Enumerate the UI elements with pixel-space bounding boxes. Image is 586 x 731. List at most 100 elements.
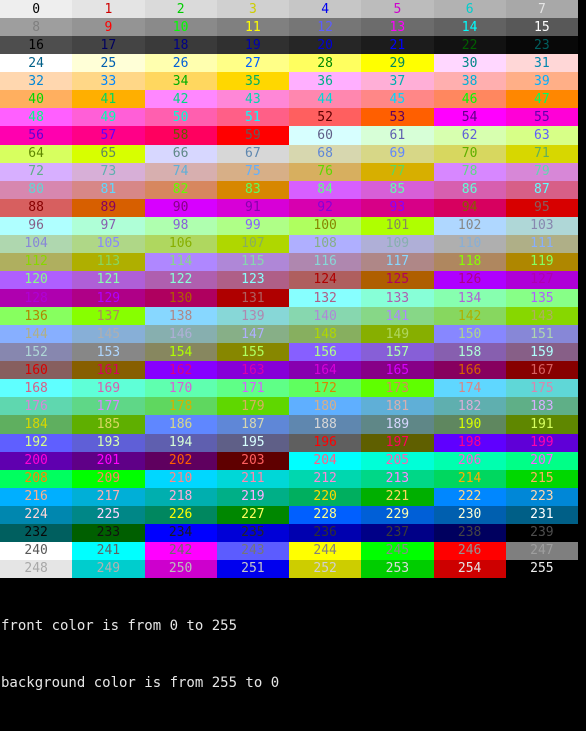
color-cell: 39 (505, 72, 578, 91)
color-cell: 64 (0, 144, 73, 163)
color-cell: 24 (0, 54, 73, 73)
color-cell: 204 (289, 451, 362, 470)
color-cell: 144 (0, 325, 73, 344)
color-cell: 228 (289, 505, 362, 524)
color-cell: 131 (216, 289, 289, 308)
color-cell: 242 (144, 541, 217, 560)
color-cell: 33 (72, 72, 145, 91)
color-cell: 232 (0, 523, 73, 542)
color-cell: 220 (289, 487, 362, 506)
color-cell: 233 (72, 523, 145, 542)
color-cell: 35 (216, 72, 289, 91)
color-cell: 47 (505, 90, 578, 109)
color-cell: 83 (216, 180, 289, 199)
color-cell: 34 (144, 72, 217, 91)
color-cell: 130 (144, 289, 217, 308)
color-cell: 181 (361, 397, 434, 416)
color-cell: 200 (0, 451, 73, 470)
color-cell: 121 (72, 270, 145, 289)
color-cell: 235 (216, 523, 289, 542)
color-cell: 251 (216, 559, 289, 578)
color-cell: 222 (433, 487, 506, 506)
color-cell: 106 (144, 234, 217, 253)
color-cell: 214 (433, 469, 506, 488)
color-cell: 252 (289, 559, 362, 578)
color-cell: 50 (144, 108, 217, 127)
color-cell: 85 (361, 180, 434, 199)
color-cell: 73 (72, 162, 145, 181)
color-cell: 123 (216, 270, 289, 289)
color-cell: 20 (289, 36, 362, 55)
color-cell: 97 (72, 216, 145, 235)
color-cell: 165 (361, 361, 434, 380)
color-cell: 92 (289, 198, 362, 217)
color-cell: 226 (144, 505, 217, 524)
color-cell: 86 (433, 180, 506, 199)
color-cell: 48 (0, 108, 73, 127)
color-cell: 60 (289, 126, 362, 145)
color-cell: 205 (361, 451, 434, 470)
color-cell: 6 (433, 0, 506, 19)
color-cell: 246 (433, 541, 506, 560)
color-cell: 53 (361, 108, 434, 127)
color-cell: 175 (505, 379, 578, 398)
color-cell: 146 (144, 325, 217, 344)
color-cell: 218 (144, 487, 217, 506)
color-cell: 244 (289, 541, 362, 560)
color-cell: 75 (216, 162, 289, 181)
color-cell: 3 (216, 0, 289, 19)
color-cell: 215 (505, 469, 578, 488)
color-cell: 170 (144, 379, 217, 398)
color-cell: 8 (0, 18, 73, 37)
color-cell: 19 (216, 36, 289, 55)
color-cell: 78 (433, 162, 506, 181)
color-cell: 238 (433, 523, 506, 542)
color-cell: 31 (505, 54, 578, 73)
color-cell: 212 (289, 469, 362, 488)
color-cell: 107 (216, 234, 289, 253)
terminal-window[interactable]: 0 1 2 3 4 5 6 7 8 9 10 11 12 13 14 15 16 17 18 19 20 21 22 23 24… (0, 0, 586, 691)
color-cell: 157 (361, 343, 434, 362)
color-cell: 66 (144, 144, 217, 163)
color-cell: 67 (216, 144, 289, 163)
color-cell: 109 (361, 234, 434, 253)
color-cell: 52 (289, 108, 362, 127)
color-cell: 5 (361, 0, 434, 19)
color-cell: 167 (505, 361, 578, 380)
color-cell: 23 (505, 36, 578, 55)
color-cell: 211 (216, 469, 289, 488)
color-cell: 140 (289, 307, 362, 326)
color-cell: 150 (433, 325, 506, 344)
color-cell: 37 (361, 72, 434, 91)
color-cell: 152 (0, 343, 73, 362)
color-cell: 7 (505, 0, 578, 19)
color-cell: 59 (216, 126, 289, 145)
color-cell: 94 (433, 198, 506, 217)
color-cell: 143 (505, 307, 578, 326)
color-cell: 133 (361, 289, 434, 308)
color-cell: 179 (216, 397, 289, 416)
color-cell: 197 (361, 433, 434, 452)
color-cell: 54 (433, 108, 506, 127)
color-cell: 182 (433, 397, 506, 416)
color-cell: 145 (72, 325, 145, 344)
color-cell: 195 (216, 433, 289, 452)
color-cell: 42 (144, 90, 217, 109)
color-cell: 100 (289, 216, 362, 235)
color-cell: 102 (433, 216, 506, 235)
color-cell: 221 (361, 487, 434, 506)
color-cell: 253 (361, 559, 434, 578)
color-cell: 93 (361, 198, 434, 217)
color-cell: 223 (505, 487, 578, 506)
color-cell: 248 (0, 559, 73, 578)
color-cell: 87 (505, 180, 578, 199)
color-cell: 88 (0, 198, 73, 217)
footer-line-background-color: background color is from 255 to 0 (1, 675, 280, 691)
color-cell: 135 (505, 289, 578, 308)
color-cell: 202 (144, 451, 217, 470)
color-cell: 71 (505, 144, 578, 163)
color-cell: 41 (72, 90, 145, 109)
color-cell: 132 (289, 289, 362, 308)
color-cell: 136 (0, 307, 73, 326)
color-cell: 231 (505, 505, 578, 524)
